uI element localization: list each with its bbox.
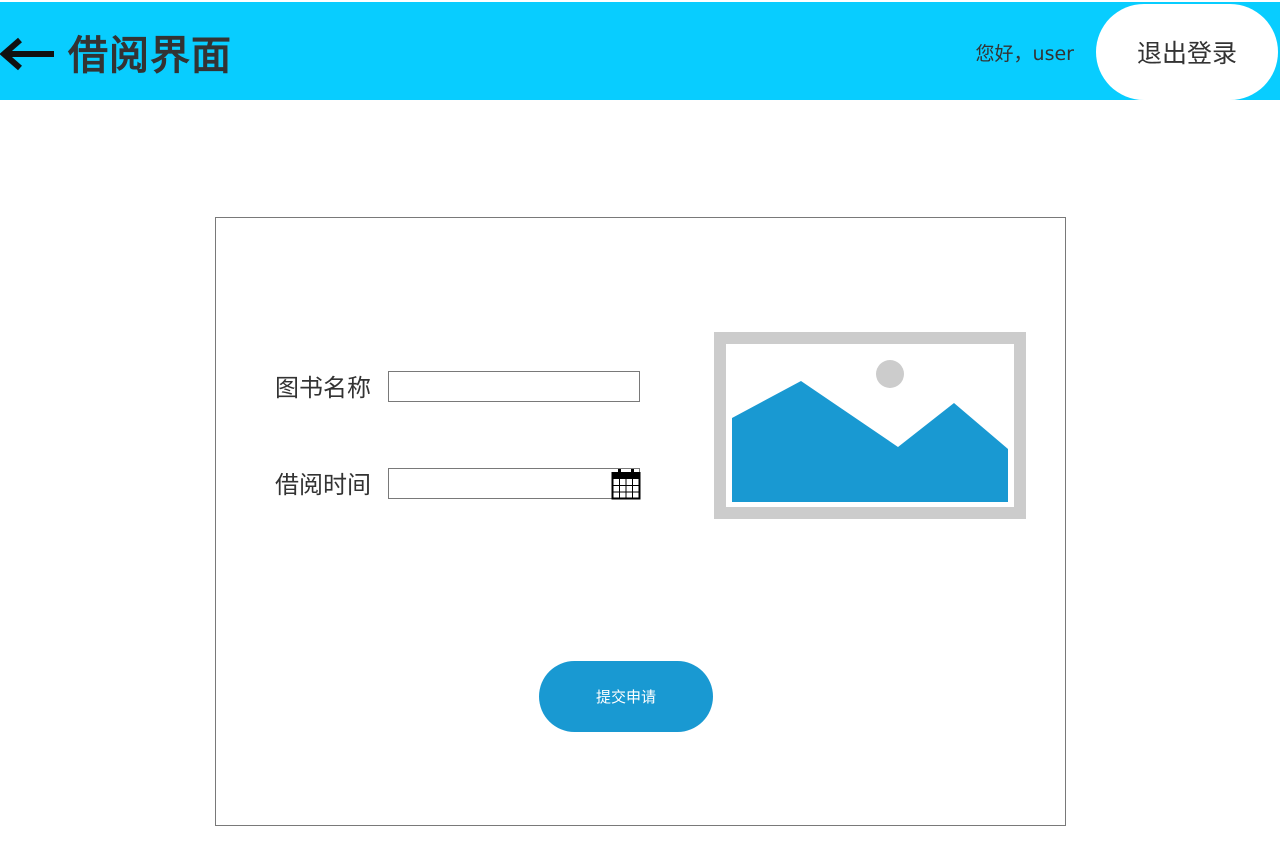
logout-button[interactable]: 退出登录 — [1096, 4, 1278, 100]
image-placeholder-icon — [714, 332, 1026, 519]
submit-application-button[interactable]: 提交申请 — [539, 661, 713, 732]
user-greeting: 您好，user — [975, 43, 1074, 65]
calendar-icon[interactable] — [611, 468, 641, 500]
book-name-input[interactable] — [388, 371, 640, 402]
back-button[interactable] — [0, 36, 56, 72]
borrow-time-input[interactable] — [388, 468, 640, 499]
borrow-time-label: 借阅时间 — [275, 471, 371, 499]
top-header: 借阅界面 您好，user 退出登录 — [0, 0, 1280, 100]
book-name-label: 图书名称 — [275, 374, 371, 402]
borrow-form-panel: 图书名称 借阅时间 提交申请 — [215, 217, 1066, 826]
page-title: 借阅界面 — [68, 33, 232, 79]
arrow-left-icon — [0, 37, 54, 71]
